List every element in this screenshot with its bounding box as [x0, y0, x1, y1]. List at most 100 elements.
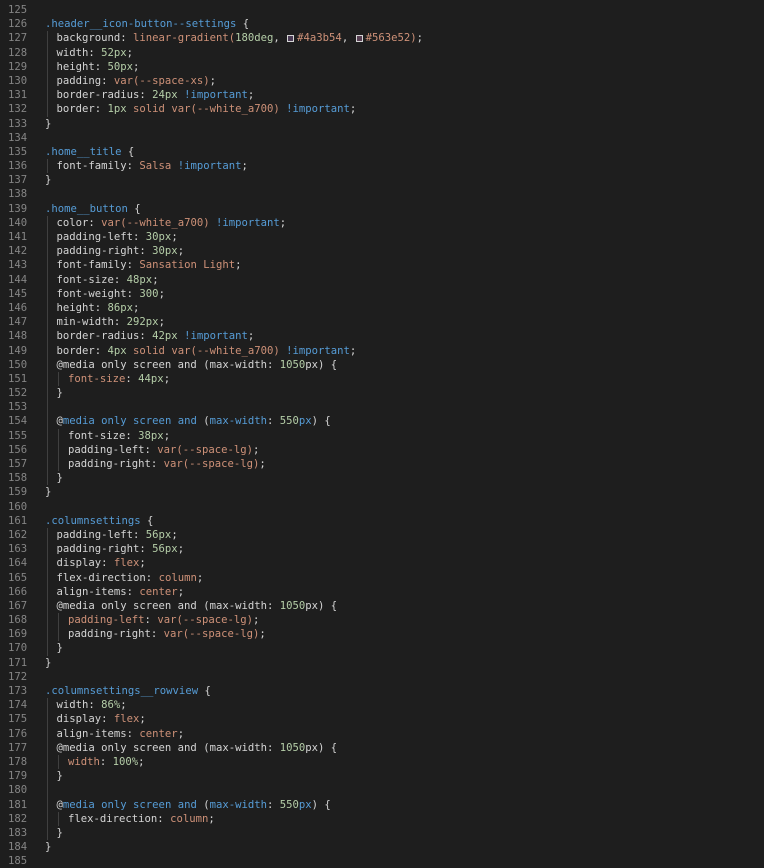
token-prop: padding-right:: [56, 245, 153, 258]
code-line[interactable]: 136 font-family: Salsa !important;: [0, 159, 764, 174]
code-line[interactable]: 139 .home__button {: [0, 202, 764, 216]
token-punc: ;: [259, 628, 266, 641]
code-line[interactable]: 158}: [0, 471, 764, 486]
code-line[interactable]: 173 .columnsettings__rowview {: [0, 684, 764, 698]
code-line[interactable]: 141 padding-left: 30px;: [0, 230, 764, 245]
code-line[interactable]: 179}: [0, 769, 764, 784]
code-line[interactable]: 134: [0, 131, 764, 145]
code-line[interactable]: 182 flex-direction: column;: [0, 811, 764, 826]
code-line[interactable]: 155 font-size: 38px;: [0, 428, 764, 443]
code-line[interactable]: 180: [0, 783, 764, 798]
line-number: 147: [8, 316, 28, 329]
code-line[interactable]: 149 border: 4px solid var(--white_a700) !…: [0, 343, 764, 358]
code-line[interactable]: 148 border-radius: 42px !important;: [0, 329, 764, 344]
code-line[interactable]: 125: [0, 3, 764, 17]
token-num: 52px: [101, 46, 127, 59]
code-line[interactable]: 168 padding-left: var(--space-lg);: [0, 613, 764, 628]
code-line[interactable]: 177 @media only screen and (max-width: 10…: [0, 740, 764, 755]
code-line[interactable]: 130 padding: var(--space-xs);: [0, 73, 764, 89]
code-text: border: 1px solid var(--white_a700) !imp…: [57, 102, 357, 116]
code-line[interactable]: 164 display: flex;: [0, 556, 764, 571]
code-text: border-radius: 42px !important;: [57, 329, 255, 343]
code-line[interactable]: 137}: [0, 173, 764, 187]
code-line[interactable]: 172: [0, 670, 764, 684]
code-line[interactable]: 163 padding-right: 56px;: [0, 542, 764, 557]
code-line[interactable]: 157 padding-right: var(--space-lg);: [0, 457, 764, 472]
code-line[interactable]: 150 @media only screen and (max-width: 10…: [0, 357, 764, 372]
code-line[interactable]: 143 font-family: Sansation Light;: [0, 258, 764, 273]
code-line[interactable]: 165 flex-direction: column;: [0, 570, 764, 585]
token-punc: ;: [171, 528, 178, 541]
code-line[interactable]: 135 .home__title {: [0, 145, 764, 159]
token-kw: media only screen and: [62, 798, 197, 811]
code-line[interactable]: 153: [0, 400, 764, 415]
code-line[interactable]: 178 width: 100%;: [0, 754, 764, 770]
code-line[interactable]: 132 border: 1px solid var(--white_a700) !…: [0, 102, 764, 117]
code-line[interactable]: 140 color: var(--white_a700) !important;: [0, 215, 764, 230]
line-number: 156: [8, 443, 28, 456]
code-line[interactable]: 133}: [0, 117, 764, 131]
token-prop: (: [196, 415, 210, 428]
code-line[interactable]: 142 padding-right: 30px;: [0, 244, 764, 259]
line-number: 153: [8, 401, 28, 414]
code-line[interactable]: 131 border-radius: 24px !important;: [0, 88, 764, 103]
indent-guide: [47, 627, 48, 642]
indent-guide: [47, 598, 48, 614]
code-line[interactable]: 138: [0, 187, 764, 201]
code-line[interactable]: 156 padding-left: var(--space-lg);: [0, 442, 764, 457]
color-swatch-icon[interactable]: [287, 35, 295, 43]
code-line[interactable]: 154 @media only screen and (max-width: 55…: [0, 414, 764, 429]
code-line[interactable]: 161 .columnsettings {: [0, 514, 764, 528]
code-line[interactable]: 147 min-width: 292px;: [0, 315, 764, 330]
indent-guide: [58, 457, 59, 472]
token-kw: !important: [171, 160, 242, 173]
token-punc: }: [45, 486, 52, 499]
code-line[interactable]: 128 width: 52px;: [0, 45, 764, 60]
token-punc: {: [121, 145, 135, 158]
token-prop: min-width:: [56, 316, 127, 329]
code-line[interactable]: 166 align-items: center;: [0, 584, 764, 599]
code-line[interactable]: 184}: [0, 840, 764, 854]
code-editor[interactable]: 125 126 .header__icon-button--settings {12…: [0, 3, 764, 868]
code-line[interactable]: 170}: [0, 641, 764, 656]
line-number: 141: [8, 231, 28, 243]
code-line[interactable]: 129 height: 50px;: [0, 59, 764, 74]
code-line[interactable]: 167 @media only screen and (max-width: 10…: [0, 598, 764, 614]
code-line[interactable]: 171}: [0, 656, 764, 670]
code-line[interactable]: 176 align-items: center;: [0, 726, 764, 741]
code-text: color: var(--white_a700) !important;: [57, 216, 287, 230]
token-punc: ;: [163, 429, 171, 442]
token-punc: }: [56, 826, 63, 839]
code-line[interactable]: 152}: [0, 386, 764, 401]
token-punc: ;: [152, 273, 159, 286]
code-line[interactable]: 169 padding-right: var(--space-lg);: [0, 627, 764, 642]
line-number: 128: [8, 46, 28, 59]
line-number: 125: [8, 4, 28, 16]
indent-guide: [47, 570, 48, 585]
token-prop: padding-left:: [56, 528, 146, 541]
token-punc: ;: [235, 259, 242, 272]
token-kw: max-width: [209, 798, 267, 811]
code-line[interactable]: 160: [0, 500, 764, 514]
code-line[interactable]: 151 font-size: 44px;: [0, 371, 764, 387]
indent-guide: [47, 357, 48, 372]
color-swatch-icon[interactable]: [355, 35, 363, 43]
code-line[interactable]: 181 @media only screen and (max-width: 55…: [0, 797, 764, 812]
code-line[interactable]: 183}: [0, 825, 764, 841]
code-line[interactable]: 174 width: 86%;: [0, 698, 764, 713]
token-val: center: [139, 727, 178, 740]
code-line[interactable]: 146 height: 86px;: [0, 300, 764, 316]
code-line[interactable]: 144 font-size: 48px;: [0, 272, 764, 287]
indent-guide: [47, 811, 48, 826]
code-line[interactable]: 126 .header__icon-button--settings {: [0, 17, 764, 31]
token-num: 1050: [279, 599, 306, 612]
code-line[interactable]: 162 padding-left: 56px;: [0, 527, 764, 543]
code-line[interactable]: 159}: [0, 485, 764, 499]
code-line[interactable]: 175 display: flex;: [0, 712, 764, 727]
token-sel: .columnsettings__rowview: [45, 685, 199, 697]
code-line[interactable]: 127 background: linear-gradient(180deg, #…: [0, 31, 764, 46]
code-line[interactable]: 145 font-weight: 300;: [0, 286, 764, 301]
code-text: border-radius: 24px !important;: [57, 88, 255, 102]
line-number: 181: [8, 798, 28, 811]
token-val: solid var(--white_a700): [126, 344, 280, 357]
